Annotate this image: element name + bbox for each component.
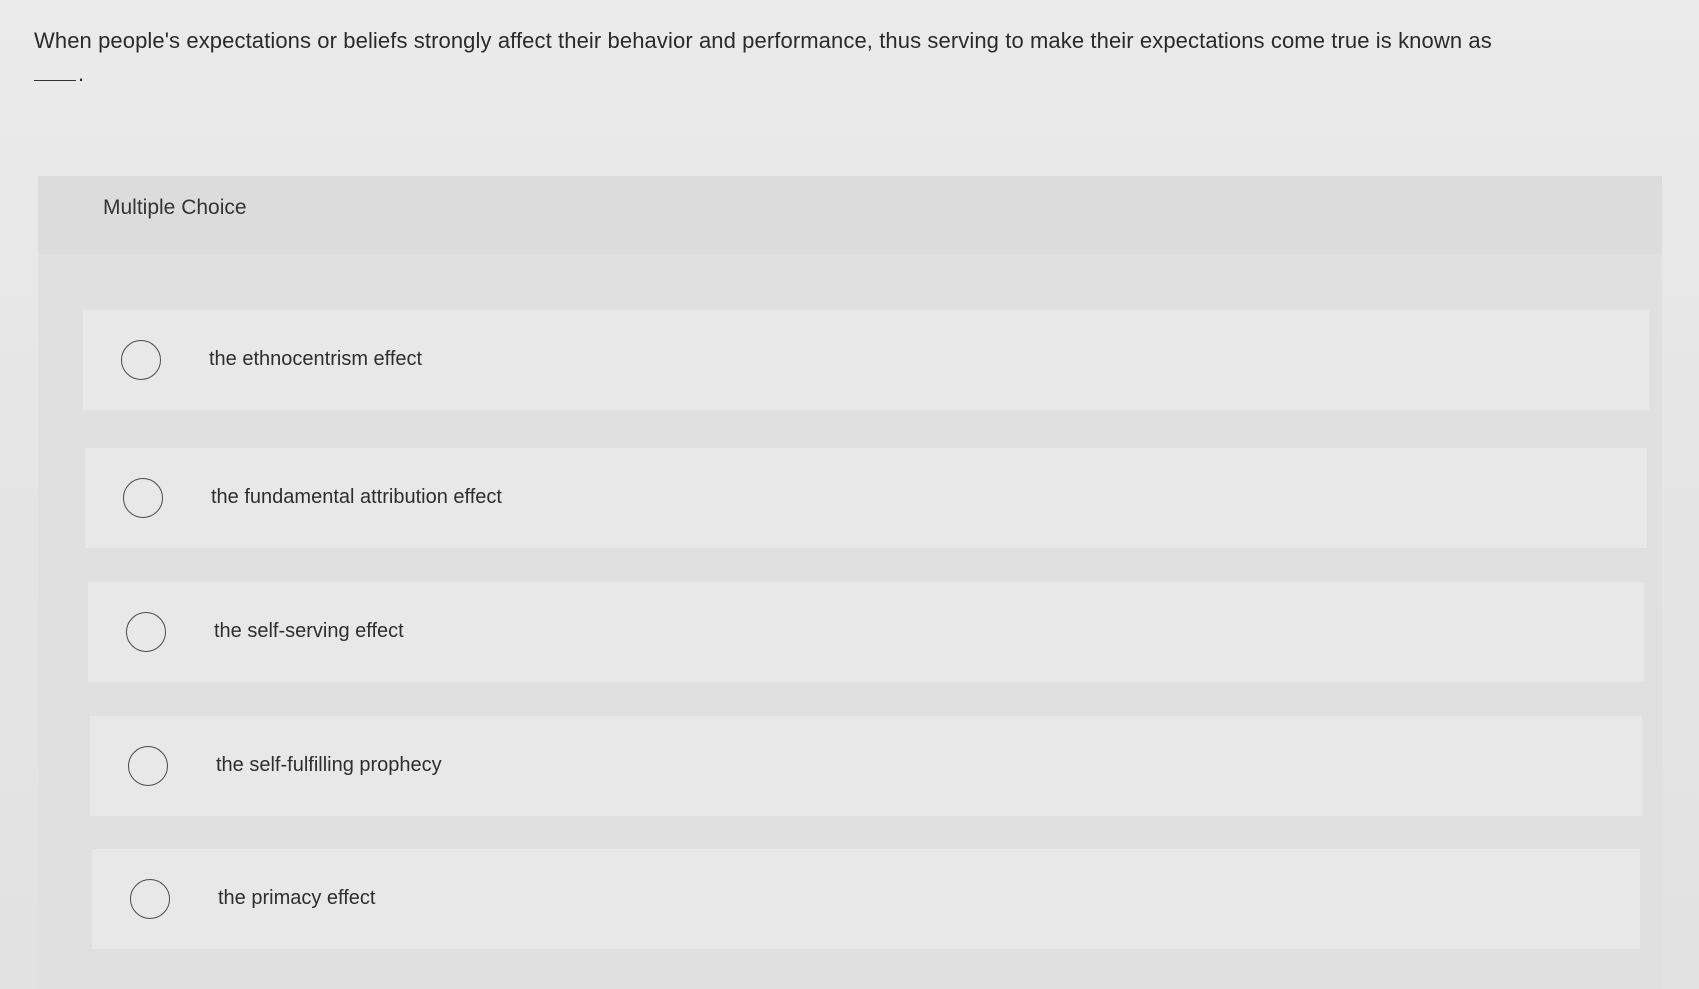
choice-option[interactable]: the fundamental attribution effect <box>85 448 1647 548</box>
radio-button[interactable] <box>126 612 166 652</box>
choice-option[interactable]: the ethnocentrism effect <box>83 310 1649 410</box>
radio-button[interactable] <box>128 746 168 786</box>
choice-option[interactable]: the self-fulfilling prophecy <box>90 716 1642 816</box>
question-end-punct: . <box>78 61 85 86</box>
choice-option[interactable]: the self-serving effect <box>88 582 1644 682</box>
panel-header: Multiple Choice <box>38 176 1662 254</box>
choice-option[interactable]: the primacy effect <box>92 849 1640 949</box>
choice-label: the ethnocentrism effect <box>209 348 423 370</box>
radio-button[interactable] <box>121 340 161 380</box>
choice-label: the self-fulfilling prophecy <box>216 754 442 776</box>
radio-button[interactable] <box>123 478 163 518</box>
choice-label: the fundamental attribution effect <box>211 486 502 508</box>
multiple-choice-panel: Multiple Choice the ethnocentrism effect… <box>38 176 1662 989</box>
question-prompt: When people's expectations or beliefs st… <box>34 24 1674 90</box>
choice-label: the primacy effect <box>218 887 376 909</box>
radio-button[interactable] <box>130 879 170 919</box>
quiz-page: When people's expectations or beliefs st… <box>0 0 1699 989</box>
answer-blank <box>34 62 76 81</box>
question-text: When people's expectations or beliefs st… <box>34 28 1492 53</box>
choice-label: the self-serving effect <box>214 620 404 642</box>
panel-title: Multiple Choice <box>103 196 247 219</box>
